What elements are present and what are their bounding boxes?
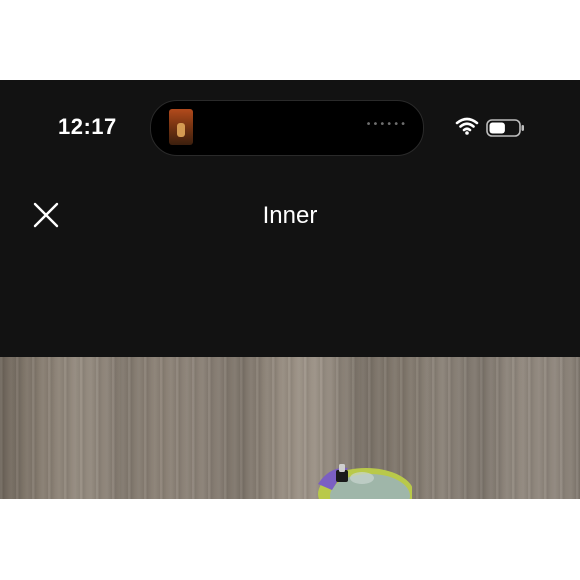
wifi-icon (455, 117, 479, 135)
status-time: 12:17 (58, 114, 117, 139)
phone-screen: 12:17 •••••• Inner (0, 80, 580, 499)
dynamic-island[interactable]: •••••• (150, 100, 424, 156)
letterbox-top (0, 0, 580, 80)
letterbox-bottom (0, 499, 580, 580)
audio-indicator-icon: •••••• (365, 119, 407, 130)
album-art-icon (169, 109, 193, 145)
page-title: Inner (262, 202, 318, 229)
battery-icon (486, 119, 524, 137)
product-photo[interactable] (0, 357, 580, 499)
product-toy-image (318, 464, 412, 499)
